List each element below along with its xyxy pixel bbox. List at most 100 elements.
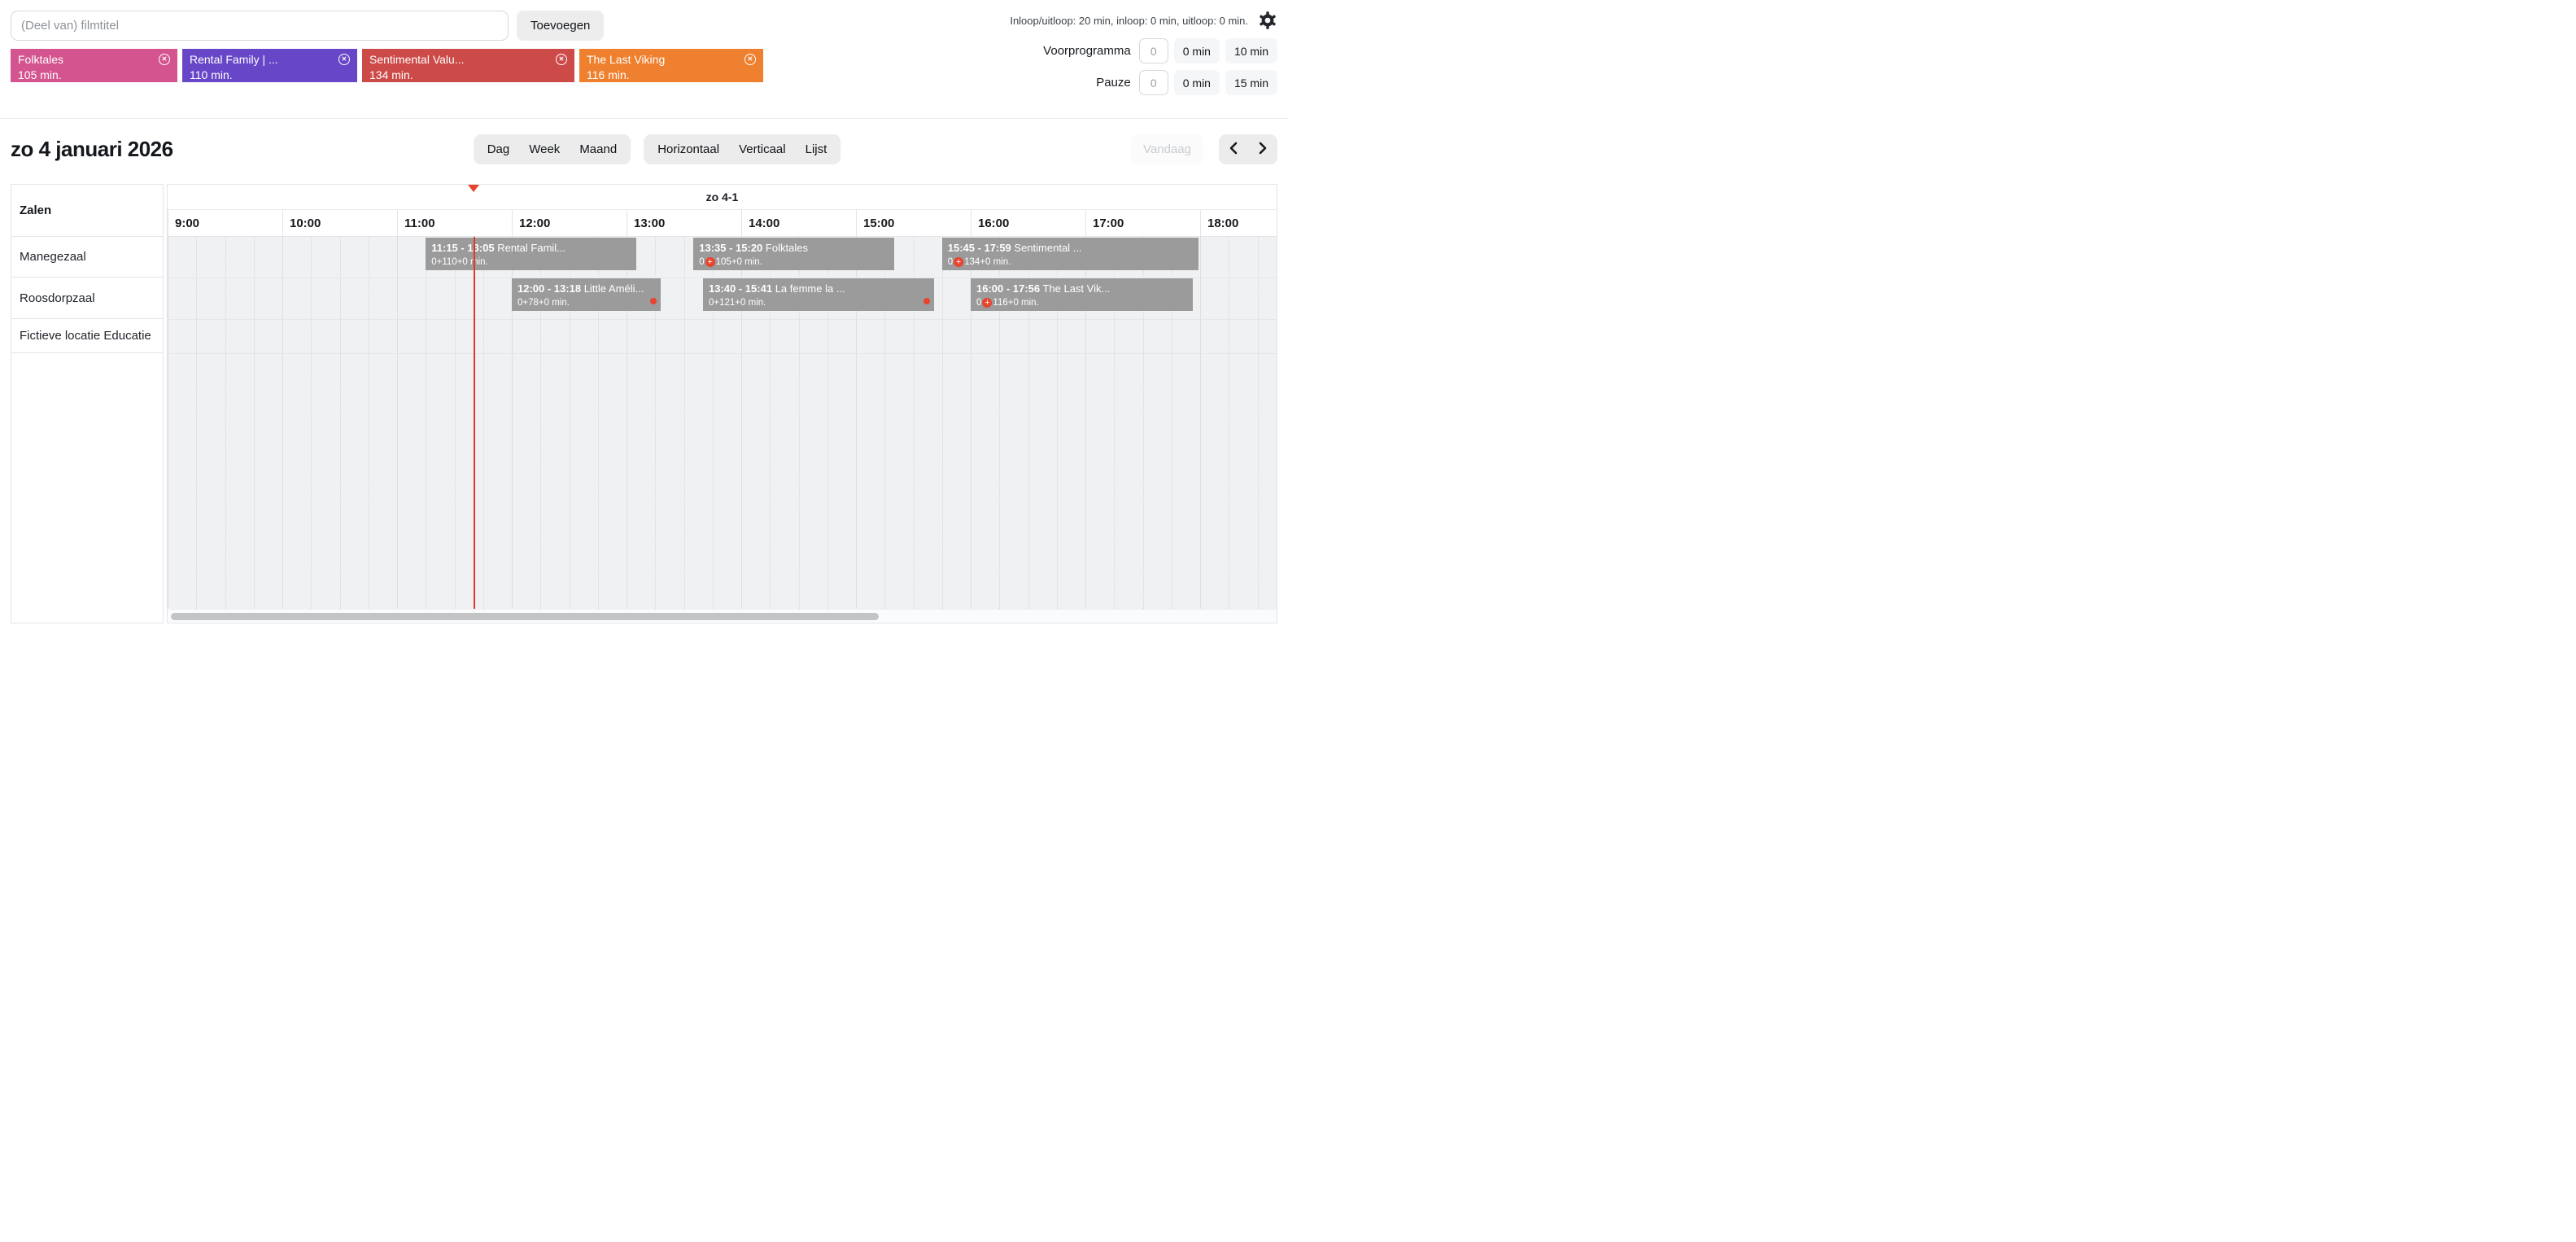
screening-film-title: Rental Famil... bbox=[497, 242, 565, 254]
screening-block[interactable]: 13:35 - 15:20 Folktales 0+105+0 min. bbox=[693, 238, 894, 270]
date-navigation: Vandaag bbox=[1131, 134, 1277, 164]
setting-row-voorprogramma: Voorprogramma 0 min10 min bbox=[1043, 38, 1277, 63]
schedule-grid[interactable]: 11:15 - 13:05 Rental Famil...0+110+0 min… bbox=[168, 237, 1277, 609]
plus-warning-badge: + bbox=[982, 298, 992, 308]
today-button[interactable]: Vandaag bbox=[1131, 134, 1203, 164]
grid-line bbox=[196, 237, 197, 609]
settings-gear-icon[interactable] bbox=[1258, 11, 1277, 30]
plus-warning-badge: + bbox=[705, 257, 715, 267]
view-button-dag[interactable]: Dag bbox=[478, 134, 520, 164]
screening-time-range: 16:00 - 17:56 bbox=[976, 282, 1040, 295]
screening-duration-line: 0+105+0 min. bbox=[699, 257, 891, 267]
grid-line bbox=[1200, 237, 1201, 609]
preset-minutes-button[interactable]: 15 min bbox=[1225, 70, 1277, 95]
remove-film-icon[interactable]: ✕ bbox=[744, 54, 756, 65]
remove-film-icon[interactable]: ✕ bbox=[159, 54, 170, 65]
scrollbar-thumb[interactable] bbox=[171, 613, 879, 620]
view-button-lijst[interactable]: Lijst bbox=[796, 134, 837, 164]
time-tick: 17:00 bbox=[1085, 210, 1200, 236]
plus-warning-badge: + bbox=[954, 257, 963, 267]
header-divider bbox=[0, 118, 1288, 119]
screening-title-line: 15:45 - 17:59 Sentimental ... bbox=[948, 242, 1195, 254]
film-chip-title: Folktales bbox=[18, 53, 63, 66]
preset-minutes-button[interactable]: 0 min bbox=[1174, 70, 1220, 95]
screening-time-range: 12:00 - 13:18 bbox=[517, 282, 581, 295]
layout-view-group: HorizontaalVerticaalLijst bbox=[644, 134, 840, 164]
next-day-button[interactable] bbox=[1248, 134, 1277, 164]
previous-day-button[interactable] bbox=[1219, 134, 1248, 164]
chevron-left-icon bbox=[1228, 142, 1239, 157]
setting-label: Voorprogramma bbox=[1043, 44, 1131, 58]
film-chip[interactable]: Sentimental Valu...✕134 min. bbox=[362, 49, 574, 82]
room-row-label: Manegezaal bbox=[11, 237, 163, 278]
rooms-column-header: Zalen bbox=[11, 185, 163, 237]
grid-line bbox=[684, 237, 685, 609]
screening-title-line: 11:15 - 13:05 Rental Famil... bbox=[431, 242, 633, 254]
film-chip-row: Folktales ✕ bbox=[18, 53, 170, 66]
horizontal-scrollbar[interactable] bbox=[168, 609, 1277, 623]
film-chip-row: The Last Viking✕ bbox=[587, 53, 756, 66]
film-chip-duration: 116 min. bbox=[587, 68, 756, 81]
preset-minutes-button[interactable]: 0 min bbox=[1174, 38, 1220, 63]
settings-area: Inloop/uitloop: 20 min, inloop: 0 min, u… bbox=[1010, 11, 1277, 95]
screening-time-range: 13:35 - 15:20 bbox=[699, 242, 762, 254]
view-button-maand[interactable]: Maand bbox=[570, 134, 627, 164]
view-button-week[interactable]: Week bbox=[519, 134, 570, 164]
search-row: Toevoegen bbox=[11, 11, 1010, 41]
grid-line bbox=[225, 237, 226, 609]
screening-film-title: Little Améli... bbox=[584, 282, 644, 295]
setting-label: Pauze bbox=[1096, 76, 1131, 90]
remove-film-icon[interactable]: ✕ bbox=[338, 54, 350, 65]
grid-line bbox=[340, 237, 341, 609]
preset-minutes-button[interactable]: 10 min bbox=[1225, 38, 1277, 63]
film-chip-duration: 105 min. bbox=[18, 68, 170, 81]
screening-block[interactable]: 16:00 - 17:56 The Last Vik...0+116+0 min… bbox=[971, 278, 1193, 311]
view-button-horizontaal[interactable]: Horizontaal bbox=[648, 134, 729, 164]
time-tick: 18:00 bbox=[1200, 210, 1315, 236]
prev-next-group bbox=[1219, 134, 1277, 164]
remove-film-icon[interactable]: ✕ bbox=[556, 54, 567, 65]
time-tick: 9:00 bbox=[168, 210, 282, 236]
screening-title-line: 13:40 - 15:41 La femme la ... bbox=[709, 282, 931, 295]
add-film-button[interactable]: Toevoegen bbox=[517, 11, 604, 41]
setting-minutes-input[interactable] bbox=[1139, 38, 1168, 63]
calendar: Zalen ManegezaalRoosdorpzaalFictieve loc… bbox=[11, 184, 1277, 623]
duration-pre: 0 bbox=[976, 298, 981, 308]
film-chip-duration: 134 min. bbox=[369, 68, 567, 81]
time-tick: 15:00 bbox=[856, 210, 971, 236]
duration-pre: 0 bbox=[699, 257, 704, 267]
time-tick: 14:00 bbox=[741, 210, 856, 236]
grid-line bbox=[254, 237, 255, 609]
time-tick: 11:00 bbox=[397, 210, 512, 236]
duration-post: 110+0 min. bbox=[442, 257, 487, 267]
setting-row-pauze: Pauze 0 min15 min bbox=[1096, 70, 1277, 95]
view-button-verticaal[interactable]: Verticaal bbox=[729, 134, 796, 164]
room-row-label: Fictieve locatie Educatie bbox=[11, 319, 163, 353]
screening-time-range: 13:40 - 15:41 bbox=[709, 282, 772, 295]
film-chip[interactable]: Rental Family | ...✕110 min. bbox=[182, 49, 357, 82]
screening-block[interactable]: 12:00 - 13:18 Little Améli...0+78+0 min. bbox=[512, 278, 661, 311]
grid-line bbox=[942, 237, 943, 609]
screening-duration-line: 0+121+0 min. bbox=[709, 298, 931, 308]
room-row-label: Roosdorpzaal bbox=[11, 278, 163, 319]
screening-duration-line: 0+134+0 min. bbox=[948, 257, 1195, 267]
film-chip[interactable]: The Last Viking✕ 116 min. bbox=[579, 49, 763, 82]
screening-time-range: 15:45 - 17:59 bbox=[948, 242, 1011, 254]
duration-post: 116+0 min. bbox=[993, 298, 1038, 308]
film-title-input[interactable] bbox=[11, 11, 509, 41]
plus-sign: + bbox=[714, 298, 719, 308]
scheduler-app: { "header": { "search_placeholder": "(De… bbox=[0, 0, 1288, 621]
film-chip[interactable]: Folktales ✕ 105 min. bbox=[11, 49, 177, 82]
setting-minutes-input[interactable] bbox=[1139, 70, 1168, 95]
day-header: zo 4-1 bbox=[168, 185, 1277, 210]
current-time-line bbox=[474, 237, 475, 609]
screening-title-line: 13:35 - 15:20 Folktales bbox=[699, 242, 891, 254]
screening-block[interactable]: 11:15 - 13:05 Rental Famil... 0+110+0 min… bbox=[426, 238, 636, 270]
screening-duration-line: 0+110+0 min. bbox=[431, 257, 633, 267]
film-chip-row: Rental Family | ...✕ bbox=[190, 53, 350, 66]
grid-line bbox=[282, 237, 283, 609]
screening-block[interactable]: 15:45 - 17:59 Sentimental ... 0+134+0 min… bbox=[942, 238, 1198, 270]
screening-block[interactable]: 13:40 - 15:41 La femme la ... 0+121+0 min… bbox=[703, 278, 934, 311]
grid-line bbox=[397, 237, 398, 609]
rooms-column: Zalen ManegezaalRoosdorpzaalFictieve loc… bbox=[11, 184, 164, 623]
